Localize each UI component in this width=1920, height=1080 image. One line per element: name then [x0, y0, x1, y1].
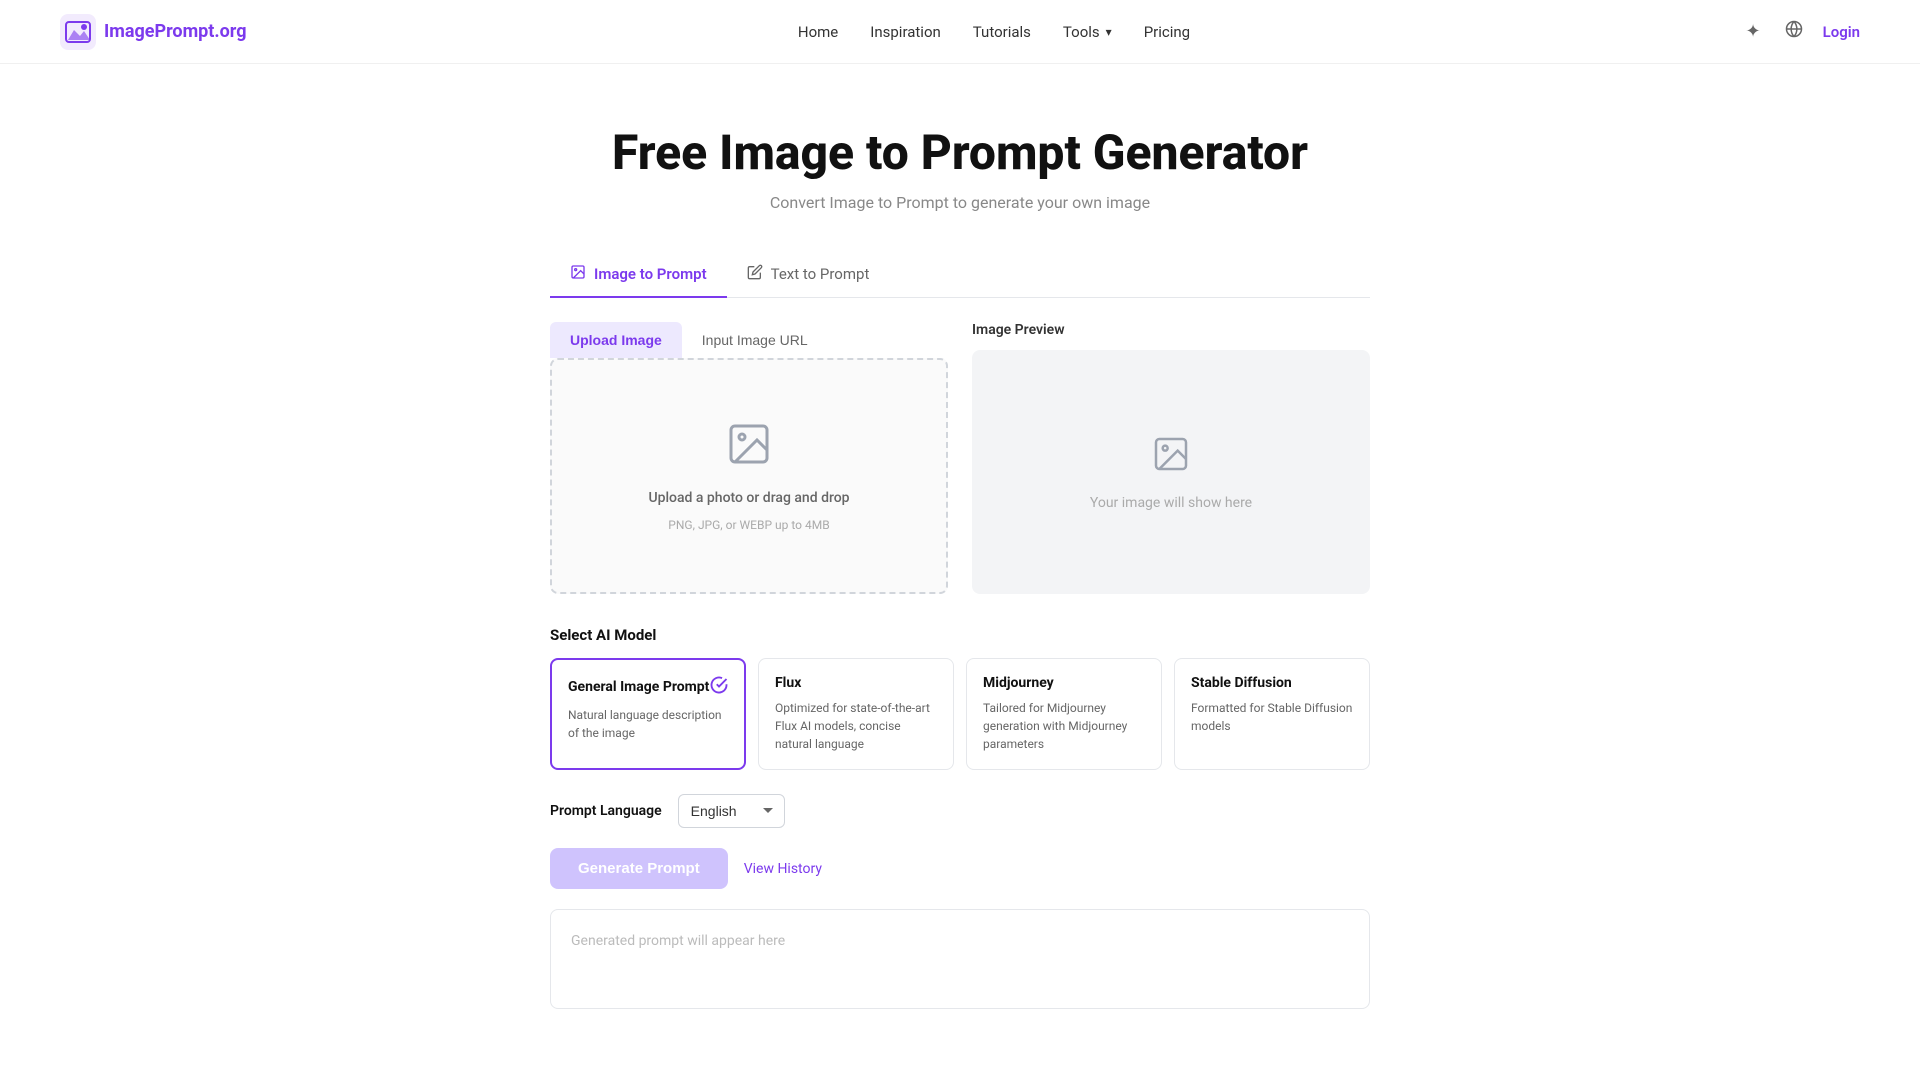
chevron-down-icon: ▾	[1106, 25, 1112, 39]
upload-icon	[725, 420, 773, 478]
prompt-language-select[interactable]: English Spanish French German Chinese Ja…	[678, 794, 785, 828]
logo-icon	[60, 14, 96, 50]
preview-placeholder-icon	[1151, 434, 1191, 483]
nav-links: Home Inspiration Tutorials Tools ▾ Prici…	[798, 23, 1190, 41]
output-placeholder-text: Generated prompt will appear here	[571, 933, 785, 949]
model-flux-name: Flux	[775, 675, 801, 691]
generate-prompt-button[interactable]: Generate Prompt	[550, 848, 728, 889]
model-stable-diffusion-name: Stable Diffusion	[1191, 675, 1292, 691]
main-tabs: Image to Prompt Text to Prompt	[550, 252, 1370, 298]
upload-preview-row: Upload Image Input Image URL Upload a ph…	[550, 322, 1370, 594]
upload-dropzone-text: Upload a photo or drag and drop	[648, 490, 849, 506]
page-subtitle: Convert Image to Prompt to generate your…	[20, 193, 1900, 212]
ai-model-section-title: Select AI Model	[550, 626, 1370, 644]
upload-dropzone[interactable]: Upload a photo or drag and drop PNG, JPG…	[550, 358, 948, 594]
model-card-midjourney[interactable]: Midjourney Tailored for Midjourney gener…	[966, 658, 1162, 770]
input-url-tab[interactable]: Input Image URL	[682, 322, 828, 358]
model-cards-container: General Image Prompt Natural language de…	[550, 658, 1370, 770]
nav-inspiration[interactable]: Inspiration	[870, 23, 941, 41]
image-preview-box: Your image will show here	[972, 350, 1370, 594]
login-button[interactable]: Login	[1823, 23, 1860, 41]
theme-toggle-icon[interactable]: ✦	[1742, 17, 1765, 46]
logo[interactable]: ImagePrompt.org	[60, 14, 246, 50]
ai-model-section: Select AI Model General Image Prompt Nat…	[550, 626, 1370, 770]
prompt-language-label: Prompt Language	[550, 803, 662, 819]
navbar-actions: ✦ Login	[1742, 16, 1861, 47]
view-history-link[interactable]: View History	[744, 861, 822, 877]
hero-section: Free Image to Prompt Generator Convert I…	[0, 64, 1920, 252]
logo-text: ImagePrompt.org	[104, 21, 246, 42]
upload-sub-tabs: Upload Image Input Image URL	[550, 322, 948, 358]
nav-pricing[interactable]: Pricing	[1144, 23, 1190, 41]
model-card-general[interactable]: General Image Prompt Natural language de…	[550, 658, 746, 770]
tab-image-to-prompt[interactable]: Image to Prompt	[550, 252, 727, 298]
model-card-flux[interactable]: Flux Optimized for state-of-the-art Flux…	[758, 658, 954, 770]
tab-text-to-prompt-label: Text to Prompt	[771, 265, 870, 283]
preview-placeholder-text: Your image will show here	[1090, 495, 1252, 511]
model-midjourney-desc: Tailored for Midjourney generation with …	[983, 699, 1145, 753]
nav-tools-label: Tools	[1063, 23, 1100, 41]
tab-text-to-prompt[interactable]: Text to Prompt	[727, 252, 890, 298]
model-general-check-icon	[710, 676, 728, 698]
model-midjourney-name: Midjourney	[983, 675, 1054, 691]
model-flux-desc: Optimized for state-of-the-art Flux AI m…	[775, 699, 937, 753]
prompt-language-row: Prompt Language English Spanish French G…	[550, 794, 1370, 828]
model-card-stable-diffusion[interactable]: Stable Diffusion Formatted for Stable Di…	[1174, 658, 1370, 770]
model-stable-diffusion-desc: Formatted for Stable Diffusion models	[1191, 699, 1353, 735]
model-general-name: General Image Prompt	[568, 679, 709, 695]
upload-dropzone-hint: PNG, JPG, or WEBP up to 4MB	[668, 518, 829, 532]
text-tab-icon	[747, 264, 763, 284]
upload-section: Upload Image Input Image URL Upload a ph…	[550, 322, 948, 594]
generate-row: Generate Prompt View History	[550, 848, 1370, 889]
model-general-desc: Natural language description of the imag…	[568, 706, 728, 742]
navbar: ImagePrompt.org Home Inspiration Tutoria…	[0, 0, 1920, 64]
image-preview-section: Image Preview Your image will show here	[972, 322, 1370, 594]
page-title: Free Image to Prompt Generator	[20, 124, 1900, 181]
language-icon[interactable]	[1781, 16, 1807, 47]
tab-image-to-prompt-label: Image to Prompt	[594, 265, 707, 283]
nav-tools[interactable]: Tools ▾	[1063, 23, 1112, 41]
upload-image-tab[interactable]: Upload Image	[550, 322, 682, 358]
nav-tutorials[interactable]: Tutorials	[973, 23, 1031, 41]
main-content: Image to Prompt Text to Prompt Upload Im…	[530, 252, 1390, 1069]
image-preview-label: Image Preview	[972, 322, 1370, 338]
nav-home[interactable]: Home	[798, 23, 838, 41]
image-tab-icon	[570, 264, 586, 284]
output-area: Generated prompt will appear here	[550, 909, 1370, 1009]
